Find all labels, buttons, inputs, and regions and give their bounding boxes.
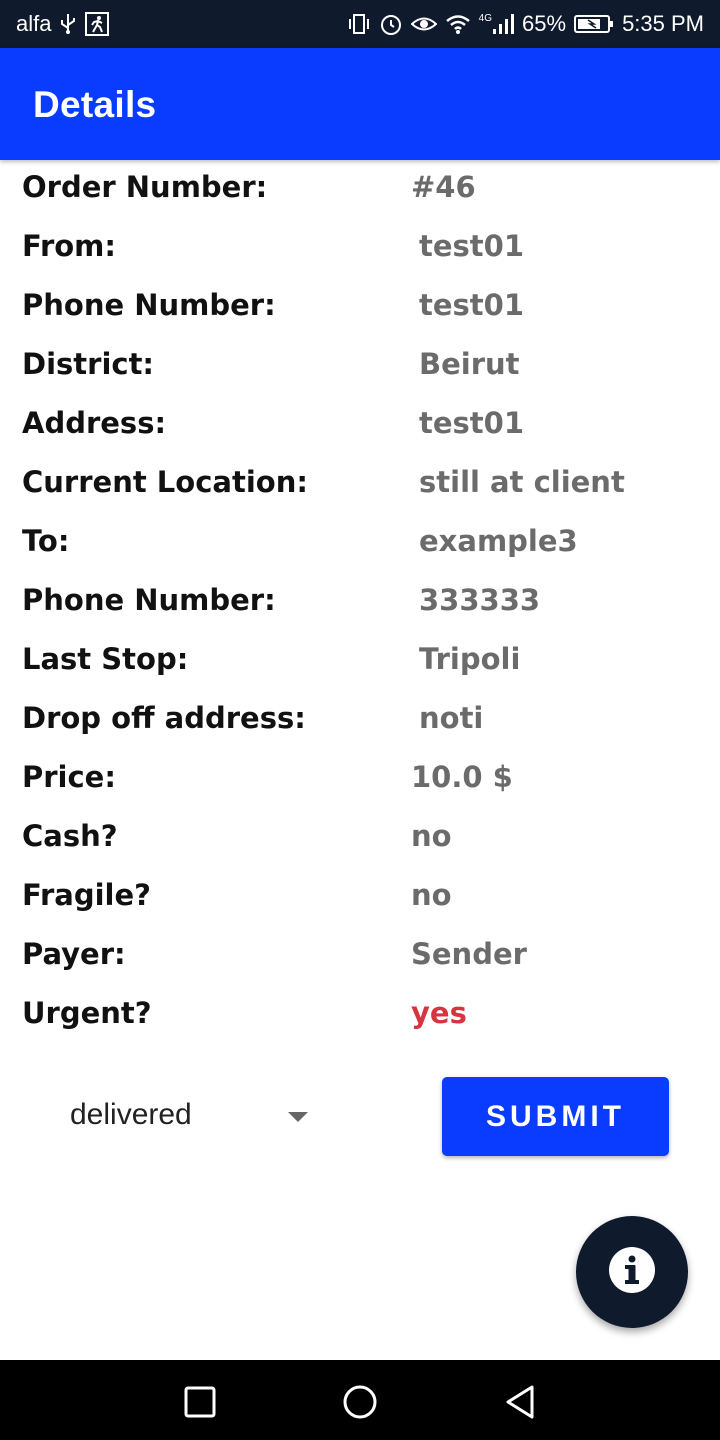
alarm-icon [379,12,403,36]
recents-square-icon [180,1382,220,1422]
info-fab[interactable] [576,1216,688,1328]
detail-row-payer: Payer: Sender [0,927,720,986]
carrier-label: alfa [16,11,52,36]
home-circle-icon [340,1382,380,1422]
vibrate-icon [347,12,371,36]
back-button[interactable] [500,1382,540,1422]
page-title: Details [33,84,157,125]
detail-label: Urgent? [22,996,152,1030]
wifi-icon [445,12,471,36]
running-person-icon [85,12,110,36]
detail-value: no [411,878,452,912]
detail-label: Last Stop: [22,642,189,676]
status-left: alfa [16,11,110,37]
detail-row-cash: Cash? no [0,809,720,868]
detail-row-district: District: Beirut [0,337,720,396]
detail-row-drop-off-address: Drop off address: noti [0,691,720,750]
detail-label: Phone Number: [22,288,276,322]
info-icon [608,1246,656,1298]
detail-row-urgent: Urgent? yes [0,986,720,1045]
detail-label: Address: [22,406,167,440]
status-dropdown[interactable]: delivered [70,1092,320,1144]
detail-value: #46 [411,170,476,204]
submit-button[interactable]: SUBMIT [442,1077,669,1156]
detail-row-from: From: test01 [0,219,720,278]
detail-label: Cash? [22,819,118,853]
detail-value: no [411,819,452,853]
detail-value: Sender [411,937,527,971]
detail-value: Tripoli [419,642,521,676]
detail-label: From: [22,229,116,263]
home-button[interactable] [340,1382,380,1422]
clock: 5:35 PM [622,11,704,36]
detail-row-price: Price: 10.0 $ [0,750,720,809]
details-list: Order Number: #46 From: test01 Phone Num… [0,160,720,1045]
status-dropdown-value: delivered [70,1098,192,1131]
app-bar: Details [0,48,720,160]
detail-row-order-number: Order Number: #46 [0,160,720,219]
detail-value: test01 [419,406,525,440]
urgent-value: yes [411,996,467,1030]
detail-label: To: [22,524,70,558]
battery-percent: 65% [522,11,567,36]
detail-value: 333333 [419,583,541,617]
detail-value: test01 [419,229,525,263]
detail-row-fragile: Fragile? no [0,868,720,927]
detail-value: Beirut [419,347,520,381]
detail-label: Order Number: [22,170,268,204]
detail-value: noti [419,701,484,735]
detail-label: Payer: [22,937,126,971]
detail-row-to: To: example3 [0,514,720,573]
detail-value: 10.0 $ [411,760,513,794]
usb-icon [59,13,77,35]
detail-label: Price: [22,760,116,794]
back-triangle-icon [500,1382,540,1422]
detail-label: District: [22,347,155,381]
network-type: 4G [478,13,493,24]
detail-label: Drop off address: [22,701,306,735]
detail-label: Phone Number: [22,583,276,617]
detail-row-receiver-phone: Phone Number: 333333 [0,573,720,632]
eye-icon [410,12,437,36]
detail-row-last-stop: Last Stop: Tripoli [0,632,720,691]
battery-icon [574,13,614,35]
detail-row-current-location: Current Location: still at client [0,455,720,514]
detail-label: Current Location: [22,465,308,499]
signal-icon: 4G [478,13,515,35]
recents-button[interactable] [180,1382,220,1422]
detail-label: Fragile? [22,878,151,912]
detail-value: example3 [419,524,578,558]
detail-value: still at client [419,465,625,499]
detail-row-address: Address: test01 [0,396,720,455]
detail-row-sender-phone: Phone Number: test01 [0,278,720,337]
status-right: 4G 65% 5:35 PM [347,11,704,37]
status-bar: alfa 4G 65% 5:35 PM [0,0,720,48]
navigation-bar [0,1360,720,1440]
detail-value: test01 [419,288,525,322]
dropdown-arrow-icon [288,1112,308,1122]
